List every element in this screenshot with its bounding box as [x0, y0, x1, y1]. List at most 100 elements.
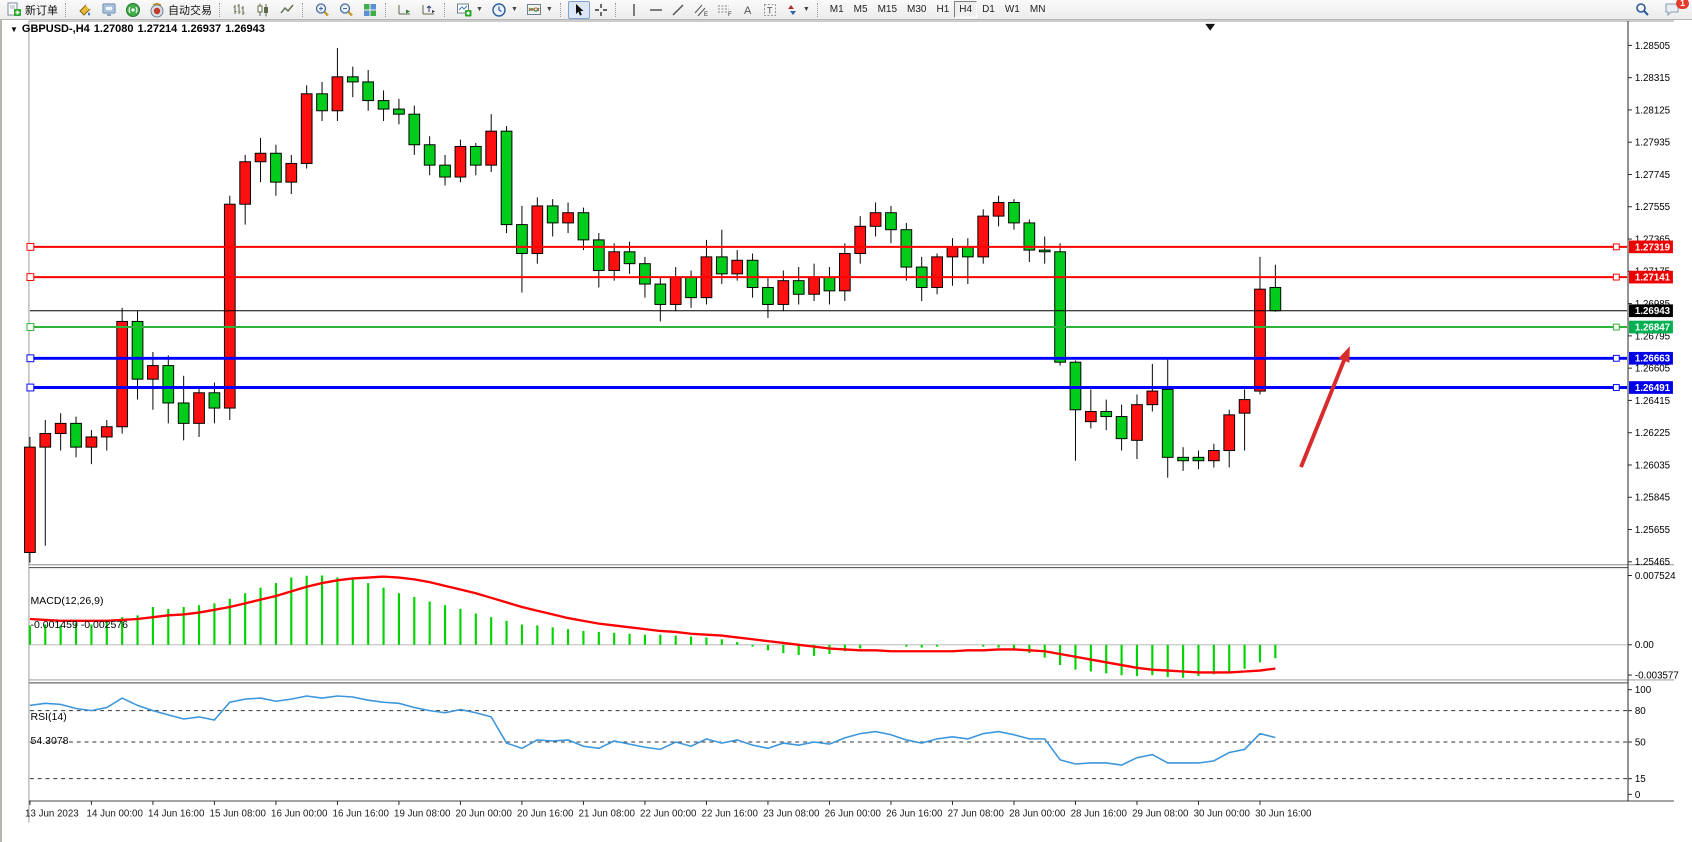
toolbar-grip	[615, 3, 620, 17]
hline-handle[interactable]	[1613, 355, 1619, 361]
channel-tool[interactable]: E	[689, 1, 713, 19]
bear-candle	[347, 77, 358, 82]
expert-advisors-button[interactable]	[97, 1, 121, 19]
price-axis-label: 1.27745	[1635, 170, 1671, 181]
macd-axis-label: -0.003577	[1635, 670, 1679, 681]
signals-button[interactable]	[121, 1, 145, 19]
bar-chart-mode-button[interactable]	[227, 1, 251, 19]
horizontal-line-tool[interactable]	[645, 1, 667, 19]
hline-handle[interactable]	[27, 274, 34, 281]
autotrading-button[interactable]: 自动交易	[145, 1, 216, 19]
date-axis-label: 27 Jun 08:00	[948, 809, 1005, 820]
bear-candle	[1009, 203, 1020, 223]
svg-text:E: E	[704, 12, 708, 17]
macd-axis-label: 0.00	[1635, 640, 1655, 651]
text-label-tool[interactable]: T	[759, 1, 781, 19]
cursor-tool-button[interactable]	[568, 1, 590, 19]
line-chart-icon	[279, 2, 295, 18]
dropdown-caret: ▼	[803, 6, 810, 13]
text-tool[interactable]: A	[737, 1, 759, 19]
date-axis-label: 30 Jun 00:00	[1194, 809, 1251, 820]
styler-button[interactable]	[73, 1, 97, 19]
new-order-label: 新订单	[25, 2, 58, 18]
hline-handle[interactable]	[27, 243, 34, 250]
macd-name: MACD(12,26,9)	[31, 595, 104, 607]
tf-m1[interactable]: M1	[825, 1, 849, 18]
bear-candle	[547, 206, 558, 223]
crosshair-tool-button[interactable]	[590, 1, 612, 19]
hline-handle[interactable]	[1613, 274, 1619, 280]
bull-candle	[947, 247, 958, 257]
toolbar-grip	[560, 3, 565, 17]
tf-m30[interactable]: M30	[902, 1, 931, 18]
symbol-dropdown-icon[interactable]: ▼	[10, 25, 18, 34]
hline-handle[interactable]	[1613, 244, 1619, 250]
bull-candle	[486, 131, 497, 165]
indicators-button[interactable]: ▼	[452, 1, 487, 19]
bull-candle	[40, 434, 51, 448]
fibonacci-tool[interactable]: F	[713, 1, 737, 19]
new-order-button[interactable]: 新订单	[2, 1, 62, 19]
bull-candle	[1147, 391, 1158, 405]
search-button[interactable]	[1631, 1, 1654, 19]
price-axis-label: 1.26035	[1635, 460, 1671, 471]
periods-button[interactable]: ▼	[487, 1, 522, 19]
tf-d1[interactable]: D1	[977, 1, 1000, 18]
hline-handle[interactable]	[1613, 385, 1619, 391]
bull-candle	[1239, 400, 1250, 414]
candlestick-mode-button[interactable]	[251, 1, 275, 19]
bear-candle	[886, 213, 897, 230]
date-axis-label: 20 Jun 00:00	[456, 809, 513, 820]
bear-candle	[378, 101, 389, 109]
bear-candle	[763, 287, 774, 304]
zoom-out-button[interactable]	[334, 1, 358, 19]
vertical-line-tool[interactable]	[623, 1, 645, 19]
hline-handle[interactable]	[27, 324, 34, 331]
bull-candle	[1208, 451, 1219, 461]
date-axis-label: 14 Jun 00:00	[87, 809, 144, 820]
macd-values: -0.001459 -0.002576	[31, 619, 129, 631]
arrows-icon	[785, 3, 799, 17]
rsi-axis-label: 50	[1635, 737, 1646, 748]
bear-candle	[1270, 287, 1281, 310]
bull-candle	[732, 260, 743, 274]
chart-shift-button[interactable]	[417, 1, 441, 19]
bear-candle	[271, 153, 282, 182]
date-axis-label: 26 Jun 00:00	[825, 809, 882, 820]
tf-w1[interactable]: W1	[1000, 1, 1025, 18]
templates-button[interactable]: ▼	[522, 1, 557, 19]
tf-h4[interactable]: H4	[954, 1, 977, 18]
trendline-tool[interactable]	[667, 1, 689, 19]
price-tag-text: 1.27141	[1635, 273, 1671, 284]
toolbar: 新订单	[0, 0, 1692, 20]
price-chart-canvas[interactable]: 1.285051.283151.281251.279351.277451.275…	[2, 20, 1692, 842]
bear-candle	[132, 321, 143, 379]
autotrading-label: 自动交易	[168, 2, 212, 18]
hline-handle[interactable]	[27, 384, 34, 391]
bear-candle	[317, 94, 328, 111]
bear-candle	[163, 366, 174, 403]
zoom-in-button[interactable]	[310, 1, 334, 19]
arrows-tool[interactable]: ▼	[781, 1, 814, 19]
tf-m15[interactable]: M15	[873, 1, 902, 18]
line-chart-mode-button[interactable]	[275, 1, 299, 19]
auto-scroll-button[interactable]	[393, 1, 417, 19]
trendline-icon	[671, 3, 685, 17]
hline-handle[interactable]	[27, 355, 34, 362]
price-axis-label: 1.25465	[1635, 557, 1671, 568]
tf-m5[interactable]: M5	[849, 1, 873, 18]
bear-candle	[578, 213, 589, 240]
tf-mn[interactable]: MN	[1025, 1, 1051, 18]
bear-candle	[1070, 362, 1081, 410]
notifications-button[interactable]: 1	[1660, 1, 1684, 19]
date-axis-label: 29 Jun 08:00	[1132, 809, 1189, 820]
hline-handle[interactable]	[1613, 324, 1619, 330]
tile-windows-button[interactable]	[358, 1, 382, 19]
rsi-axis-label: 15	[1635, 774, 1646, 785]
bull-candle	[255, 153, 266, 161]
bull-candle	[1224, 415, 1235, 451]
bear-candle	[1178, 457, 1189, 460]
chart-window[interactable]: 1.285051.283151.281251.279351.277451.275…	[0, 20, 1692, 842]
tf-h1[interactable]: H1	[931, 1, 954, 18]
bear-candle	[178, 403, 189, 423]
